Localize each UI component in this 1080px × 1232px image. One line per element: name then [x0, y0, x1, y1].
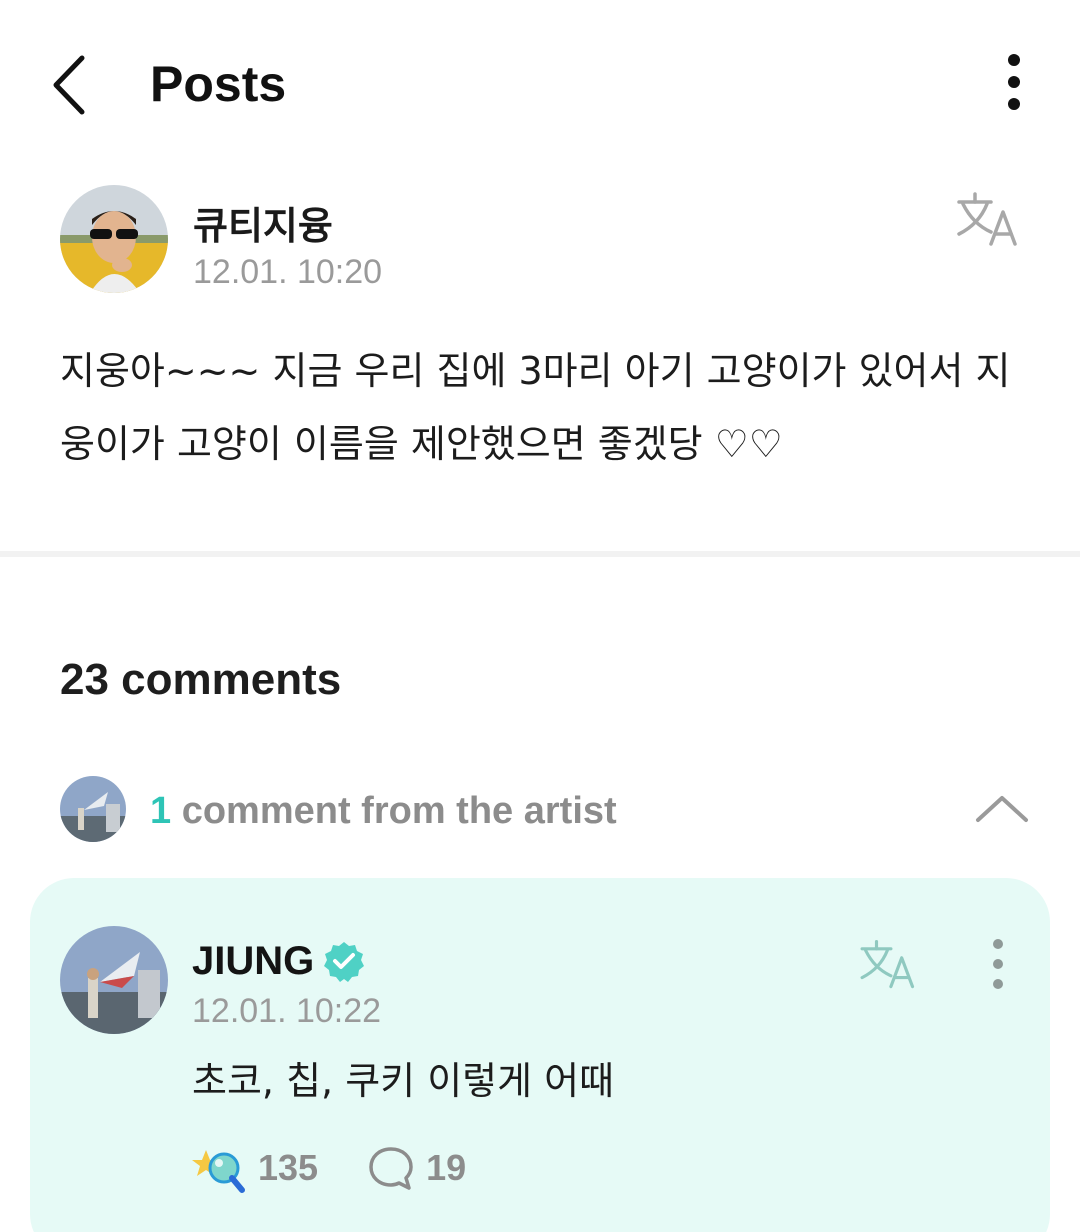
comment-more-button[interactable]	[980, 936, 1016, 992]
comment-reactions: 135 19	[192, 1140, 466, 1196]
verified-badge-icon	[324, 942, 365, 982]
artist-avatar[interactable]	[60, 926, 168, 1034]
more-vertical-icon	[1008, 54, 1020, 110]
like-icon	[192, 1150, 245, 1193]
collapse-button[interactable]	[972, 788, 1032, 828]
translate-icon	[957, 192, 1017, 246]
back-button[interactable]	[42, 50, 102, 120]
artist-name-row: JIUNG	[192, 936, 366, 986]
artist-comment-text: 초코, 칩, 쿠키 이렇게 어때	[192, 1059, 615, 1103]
back-arrow-icon	[53, 55, 85, 115]
comment-translate-button[interactable]	[858, 938, 922, 992]
more-vertical-icon	[993, 939, 1003, 989]
post-body: 지웅아~~~ 지금 우리 집에 3마리 아기 고양이가 있어서 지웅이가 고양이…	[60, 349, 1011, 466]
comments-count: 23 comments	[60, 655, 342, 704]
artist-comments-text: comment from the artist	[181, 790, 617, 832]
artist-comments-count: 1	[150, 790, 172, 832]
reply-bubble-icon	[369, 1147, 413, 1190]
reply-count: 19	[426, 1147, 467, 1188]
like-count: 135	[258, 1147, 319, 1188]
page-title: Posts	[150, 56, 287, 112]
artist-comments-label: 1 comment from the artist	[150, 790, 617, 833]
artist-name[interactable]: JIUNG	[192, 939, 314, 984]
reply-button[interactable]: 19	[368, 1145, 466, 1191]
top-bar: Posts	[0, 0, 1080, 175]
post-translate-button[interactable]	[955, 190, 1025, 250]
section-divider	[0, 551, 1080, 557]
post-author-row: 큐티지융 12.01. 10:20	[60, 185, 1040, 295]
artist-avatar-small	[60, 776, 126, 842]
post-author-name[interactable]: 큐티지융	[193, 195, 333, 250]
artist-comment-timestamp: 12.01. 10:22	[192, 992, 382, 1030]
like-button[interactable]: 135	[192, 1142, 318, 1194]
artist-comment-card: JIUNG 12.01. 10:22 초코, 칩, 쿠키 이렇게 어때 135 …	[30, 878, 1050, 1232]
more-options-button[interactable]	[990, 52, 1040, 116]
chevron-up-icon	[976, 796, 1028, 822]
post-timestamp: 12.01. 10:20	[193, 253, 383, 291]
artist-comments-toggle[interactable]: 1 comment from the artist	[60, 776, 1040, 846]
translate-icon	[860, 940, 915, 989]
post-author-avatar[interactable]	[60, 185, 168, 293]
